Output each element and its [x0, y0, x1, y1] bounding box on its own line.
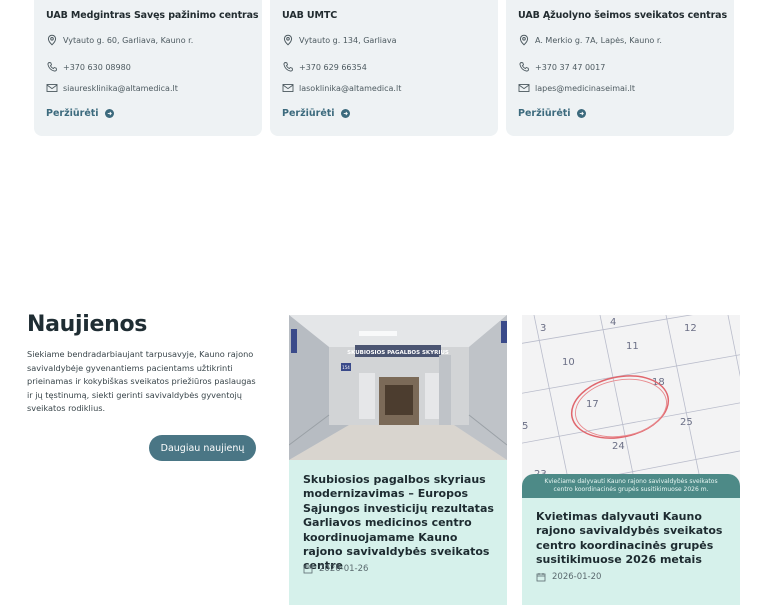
- news-heading: Naujienos: [27, 312, 148, 337]
- mail-icon: [518, 82, 530, 94]
- mail-icon: [282, 82, 294, 94]
- news-date: 2026-01-20: [536, 572, 601, 582]
- clinic-name: UAB Medgintras Savęs pažinimo centras: [46, 10, 259, 21]
- location-pin-icon: [46, 34, 58, 46]
- calendar-number: 10: [562, 357, 575, 368]
- news-image-calendar: 3 4 11 12 10 18 17 24 25 23 5 Kviečiame …: [522, 315, 740, 498]
- news-date-text: 2026-01-26: [319, 564, 369, 574]
- news-date: 2026-01-26: [303, 564, 368, 574]
- clinic-cards: UAB Medgintras Savęs pažinimo centras Vy…: [0, 0, 768, 140]
- hallway-sign-text: SKUBIOSIOS PAGALBOS SKYRIUS: [347, 350, 449, 356]
- phone-icon: [46, 61, 58, 73]
- clinic-email[interactable]: lapes@medicinaseimai.lt: [535, 84, 635, 93]
- location-pin-icon: [518, 34, 530, 46]
- clinic-email-row: lasoklinika@altamedica.lt: [282, 81, 401, 95]
- clinic-name: UAB UMTC: [282, 10, 338, 21]
- view-clinic-label: Peržiūrėti: [518, 108, 571, 119]
- news-title[interactable]: Skubiosios pagalbos skyriaus modernizavi…: [303, 473, 497, 574]
- news-image-caption: Kviečiame dalyvauti Kauno rajono savival…: [522, 474, 740, 498]
- clinic-phone-row: +370 630 08980: [46, 60, 131, 74]
- calendar-number: 11: [626, 341, 639, 352]
- view-clinic-label: Peržiūrėti: [282, 108, 335, 119]
- news-card-body: Skubiosios pagalbos skyriaus modernizavi…: [289, 460, 507, 605]
- arrow-right-icon: [340, 109, 350, 118]
- clinic-address: A. Merkio g. 7A, Lapės, Kauno r.: [535, 35, 662, 45]
- news-card[interactable]: SKUBIOSIOS PAGALBOS SKYRIUS 154 Skubiosi…: [289, 315, 507, 605]
- news-card-body: Kvietimas dalyvauti Kauno rajono savival…: [522, 498, 740, 605]
- arrow-right-icon: [576, 109, 586, 118]
- view-clinic-link[interactable]: Peržiūrėti: [518, 108, 586, 119]
- clinic-address: Vytauto g. 60, Garliava, Kauno r.: [63, 35, 194, 45]
- clinic-phone[interactable]: +370 629 66354: [299, 63, 367, 72]
- view-clinic-link[interactable]: Peržiūrėti: [282, 108, 350, 119]
- calendar-number: 12: [684, 323, 697, 334]
- clinic-email-row: lapes@medicinaseimai.lt: [518, 81, 635, 95]
- calendar-number: 5: [522, 421, 528, 432]
- calendar-icon: [536, 573, 546, 582]
- arrow-right-icon: [104, 109, 114, 118]
- location-pin-icon: [282, 34, 294, 46]
- phone-icon: [282, 61, 294, 73]
- calendar-number: 17: [586, 399, 599, 410]
- calendar-icon: [303, 565, 313, 574]
- clinic-address: Vytauto g. 134, Garliava: [299, 35, 397, 45]
- news-card[interactable]: 3 4 11 12 10 18 17 24 25 23 5 Kviečiame …: [522, 315, 740, 605]
- clinic-phone-row: +370 629 66354: [282, 60, 367, 74]
- news-title[interactable]: Kvietimas dalyvauti Kauno rajono savival…: [536, 510, 730, 568]
- clinic-phone[interactable]: +370 630 08980: [63, 63, 131, 72]
- view-clinic-label: Peržiūrėti: [46, 108, 99, 119]
- calendar-number: 3: [540, 323, 546, 334]
- calendar-number: 25: [680, 417, 693, 428]
- clinic-phone-row: +370 37 47 0017: [518, 60, 605, 74]
- calendar-number: 4: [610, 317, 616, 328]
- clinic-address-row: A. Merkio g. 7A, Lapės, Kauno r.: [518, 33, 662, 47]
- clinic-email[interactable]: siaureskIinika@altamedica.lt: [63, 84, 178, 93]
- clinic-address-row: Vytauto g. 60, Garliava, Kauno r.: [46, 33, 193, 47]
- clinic-card: UAB Ąžuolyno šeimos sveikatos centras A.…: [506, 0, 734, 136]
- phone-icon: [518, 61, 530, 73]
- clinic-phone[interactable]: +370 37 47 0017: [535, 63, 605, 72]
- news-description: Siekiame bendradarbiaujant tarpusavyje, …: [27, 349, 256, 414]
- clinic-name: UAB Ąžuolyno šeimos sveikatos centras: [518, 10, 728, 21]
- clinic-address-row: Vytauto g. 134, Garliava: [282, 33, 397, 47]
- view-clinic-link[interactable]: Peržiūrėti: [46, 108, 114, 119]
- mail-icon: [46, 82, 58, 94]
- news-date-text: 2026-01-20: [552, 572, 602, 582]
- clinic-card: UAB UMTC Vytauto g. 134, Garliava +370 6…: [270, 0, 498, 136]
- room-number-text: 154: [342, 365, 350, 370]
- calendar-number: 24: [612, 441, 625, 452]
- clinic-card: UAB Medgintras Savęs pažinimo centras Vy…: [34, 0, 262, 136]
- clinic-email-row: siaureskIinika@altamedica.lt: [46, 81, 178, 95]
- more-news-button[interactable]: Daugiau naujienų: [149, 435, 256, 461]
- clinic-email[interactable]: lasoklinika@altamedica.lt: [299, 84, 401, 93]
- news-image-hallway: SKUBIOSIOS PAGALBOS SKYRIUS 154: [289, 315, 507, 460]
